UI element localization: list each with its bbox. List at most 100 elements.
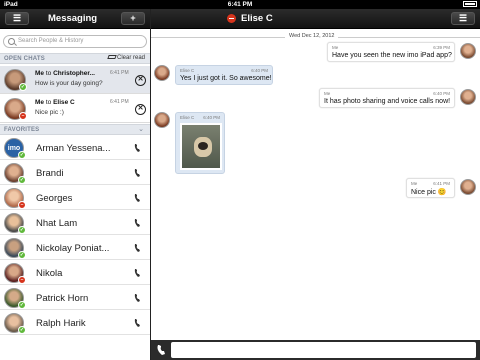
favorites-label: FAVORITES <box>4 127 40 133</box>
app-title: Messaging <box>48 13 98 24</box>
open-chat-item[interactable]: – Me to Elise C 6:41 PM Nice pic :) ✕ <box>0 95 150 123</box>
chat-time: 6:41 PM <box>110 99 129 105</box>
message-text: Nice pic 😊 <box>411 189 447 196</box>
message-composer <box>151 340 480 360</box>
online-status-icon: ✓ <box>18 251 26 259</box>
favorite-item[interactable]: – Georges <box>0 186 150 210</box>
call-button[interactable] <box>155 343 169 357</box>
shared-photo[interactable] <box>180 123 222 170</box>
message-time: 6:40 PM <box>251 68 268 73</box>
chat-preview: Nice pic :) <box>35 109 64 116</box>
online-status-icon: ✓ <box>18 176 26 184</box>
date-label: Wed Dec 12, 2012 <box>285 33 339 39</box>
favorite-name: Ralph Harik <box>36 318 86 329</box>
busy-status-icon <box>227 14 236 23</box>
message-sender: Me <box>411 181 418 186</box>
battery-icon <box>463 1 477 7</box>
favorite-item[interactable]: imo ✓ Arman Yessena... <box>0 136 150 160</box>
phone-icon[interactable] <box>134 143 142 153</box>
busy-status-icon: – <box>18 201 26 209</box>
dog-photo-icon <box>194 137 212 157</box>
menu-icon: ☰ <box>458 13 468 23</box>
close-chat-button[interactable]: ✕ <box>135 104 146 115</box>
phone-icon <box>157 345 165 355</box>
message-bubble-incoming: Elise C 6:40 PM <box>175 112 225 174</box>
online-status-icon: ✓ <box>18 151 26 159</box>
message-time: 6:40 PM <box>203 115 220 120</box>
chat-preview: How is your day going? <box>35 80 103 87</box>
chat-title: Me to Elise C <box>35 99 75 106</box>
clock: 6:41 PM <box>227 1 253 8</box>
favorite-name: Arman Yessena... <box>36 143 111 154</box>
search-input[interactable]: Search People & History <box>3 35 147 48</box>
message-sender: Me <box>324 91 331 96</box>
phone-icon[interactable] <box>134 318 142 328</box>
phone-icon[interactable] <box>134 193 142 203</box>
favorite-item[interactable]: ✓ Ralph Harik <box>0 311 150 335</box>
menu-icon: ☰ <box>12 13 22 23</box>
online-status-icon: ✓ <box>19 83 27 91</box>
message-time: 6:41 PM <box>433 181 450 186</box>
message-sender: Elise C <box>180 68 195 73</box>
favorite-item[interactable]: ✓ Patrick Horn <box>0 286 150 310</box>
favorite-item[interactable]: ✓ Nickolay Poniat... <box>0 236 150 260</box>
favorite-name: Georges <box>36 193 73 204</box>
favorite-name: Nickolay Poniat... <box>36 243 110 254</box>
favorite-name: Nhat Lam <box>36 218 78 229</box>
favorite-name: Patrick Horn <box>36 293 89 304</box>
search-placeholder: Search People & History <box>18 38 84 44</box>
favorites-header[interactable]: FAVORITES ⌄ <box>0 124 150 135</box>
conversation-menu-button[interactable]: ☰ <box>451 12 475 25</box>
busy-status-icon: – <box>18 276 26 284</box>
search-icon <box>8 38 15 45</box>
open-chat-item[interactable]: ✓ Me to Christopher... 6:41 PM How is yo… <box>0 66 150 94</box>
chat-time: 6:41 PM <box>110 70 129 76</box>
avatar <box>460 179 476 195</box>
new-chat-button[interactable]: + <box>121 12 145 25</box>
status-bar: iPad 6:41 PM <box>0 0 480 9</box>
avatar <box>460 43 476 59</box>
message-text: Have you seen the new imo iPad app? <box>332 52 452 59</box>
message-sender: Elise C <box>180 115 195 120</box>
message-bubble-outgoing: Me 6:40 PM It has photo sharing and voic… <box>319 88 455 108</box>
sidebar-menu-button[interactable]: ☰ <box>5 12 29 25</box>
phone-icon[interactable] <box>134 293 142 303</box>
message-bubble-outgoing: Me 6:41 PM Nice pic 😊 <box>406 178 455 198</box>
message-bubble-outgoing: Me 6:39 PM Have you seen the new imo iPa… <box>327 42 455 62</box>
phone-icon[interactable] <box>134 168 142 178</box>
message-bubble-incoming: Elise C 6:40 PM Yes I just got it. So aw… <box>175 65 273 85</box>
favorite-name: Brandi <box>36 168 64 179</box>
phone-icon[interactable] <box>134 243 142 253</box>
message-time: 6:39 PM <box>433 45 450 50</box>
clear-read-button[interactable]: Clear read <box>107 55 145 61</box>
message-time: 6:40 PM <box>433 91 450 96</box>
chevron-down-icon: ⌄ <box>138 126 144 133</box>
message-input[interactable] <box>171 342 476 358</box>
avatar <box>154 65 170 81</box>
avatar <box>460 89 476 105</box>
date-divider: Wed Dec 12, 2012 <box>151 33 480 41</box>
close-icon: ✕ <box>137 105 144 112</box>
close-chat-button[interactable]: ✕ <box>135 75 146 86</box>
sidebar: Search People & History OPEN CHATS Clear… <box>0 30 150 360</box>
message-sender: Me <box>332 45 339 50</box>
phone-icon[interactable] <box>134 268 142 278</box>
message-text: It has photo sharing and voice calls now… <box>324 98 451 105</box>
favorite-item[interactable]: ✓ Nhat Lam <box>0 211 150 235</box>
close-icon: ✕ <box>137 76 144 83</box>
online-status-icon: ✓ <box>18 301 26 309</box>
broom-icon <box>107 55 117 59</box>
online-status-icon: ✓ <box>18 226 26 234</box>
open-chats-header: OPEN CHATS Clear read <box>0 53 150 64</box>
sidebar-header: ☰ Messaging + <box>0 9 150 29</box>
favorite-item[interactable]: – Nikola <box>0 261 150 285</box>
avatar <box>154 112 170 128</box>
favorite-name: Nikola <box>36 268 63 279</box>
plus-icon: + <box>130 13 136 23</box>
conversation-panel: Wed Dec 12, 2012 Me 6:39 PM Have you see… <box>151 30 480 340</box>
busy-status-icon: – <box>19 112 27 120</box>
conversation-title: Elise C <box>241 13 273 24</box>
favorite-item[interactable]: ✓ Brandi <box>0 161 150 185</box>
phone-icon[interactable] <box>134 218 142 228</box>
conversation-header: Elise C ☰ <box>151 9 480 29</box>
